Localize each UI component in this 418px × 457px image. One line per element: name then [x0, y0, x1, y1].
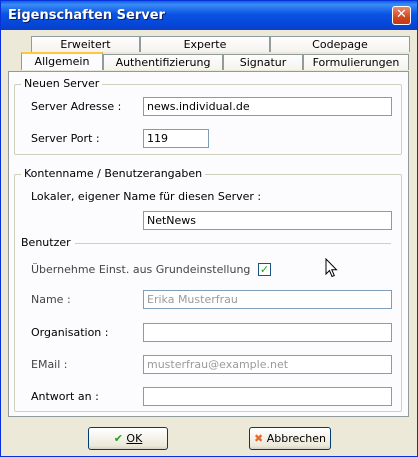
- window-title: Eigenschaften Server: [8, 8, 165, 23]
- name-label: Name :: [31, 293, 71, 306]
- lokaler-name-label: Lokaler, eigener Name für diesen Server …: [31, 190, 262, 203]
- lokaler-name-input[interactable]: NetNews: [143, 211, 392, 230]
- tab-signatur[interactable]: Signatur: [223, 54, 303, 70]
- benutzer-label: Benutzer: [21, 236, 71, 249]
- title-bar[interactable]: Eigenschaften Server ✕: [1, 1, 417, 30]
- uebernehme-label: Übernehme Einst. aus Grundeinstellung: [31, 263, 251, 276]
- tab-row-back: Erweitert Experte Codepage: [1, 36, 417, 53]
- server-port-input[interactable]: 119: [143, 129, 209, 148]
- tab-panel-allgemein: Neuen Server Server Adresse : news.indiv…: [8, 71, 409, 417]
- benutzer-divider: [75, 243, 391, 244]
- organisation-input[interactable]: [143, 323, 392, 342]
- tab-codepage[interactable]: Codepage: [270, 36, 410, 52]
- abbrechen-button[interactable]: ✖ Abbrechen: [249, 427, 331, 450]
- name-input[interactable]: Erika Musterfrau: [143, 290, 392, 309]
- tab-erweitert[interactable]: Erweitert: [31, 36, 140, 52]
- tab-experte[interactable]: Experte: [140, 36, 270, 52]
- server-port-label: Server Port :: [31, 132, 100, 145]
- mouse-cursor-icon: [325, 258, 338, 278]
- antwort-input[interactable]: [143, 387, 392, 406]
- tab-formulierungen[interactable]: Formulierungen: [303, 54, 409, 70]
- abbrechen-button-label: Abbrechen: [266, 432, 326, 445]
- uebernehme-checkbox[interactable]: ✓: [258, 263, 271, 276]
- dialog-window: Eigenschaften Server ✕ Erweitert Experte…: [0, 0, 418, 457]
- tab-authentifizierung[interactable]: Authentifizierung: [103, 54, 223, 70]
- tab-row-front: Allgemein Authentifizierung Signatur For…: [1, 52, 417, 71]
- ok-button[interactable]: ✔ OK: [88, 427, 168, 450]
- group-legend-neuen-server: Neuen Server: [21, 77, 103, 90]
- checkmark-icon: ✓: [259, 263, 270, 276]
- email-input[interactable]: musterfrau@example.net: [143, 355, 392, 374]
- server-adresse-input[interactable]: news.individual.de: [143, 97, 392, 116]
- tab-allgemein[interactable]: Allgemein: [21, 52, 103, 70]
- email-label: EMail :: [31, 358, 68, 371]
- organisation-label: Organisation :: [31, 326, 109, 339]
- close-icon: ✕: [396, 7, 407, 22]
- close-button[interactable]: ✕: [392, 6, 411, 25]
- ok-button-label: OK: [126, 432, 143, 445]
- group-legend-kontenname: Kontenname / Benutzerangaben: [21, 167, 206, 180]
- cross-icon: ✖: [253, 432, 264, 445]
- server-adresse-label: Server Adresse :: [31, 100, 122, 113]
- antwort-label: Antwort an :: [31, 390, 99, 403]
- checkmark-icon: ✔: [113, 432, 123, 445]
